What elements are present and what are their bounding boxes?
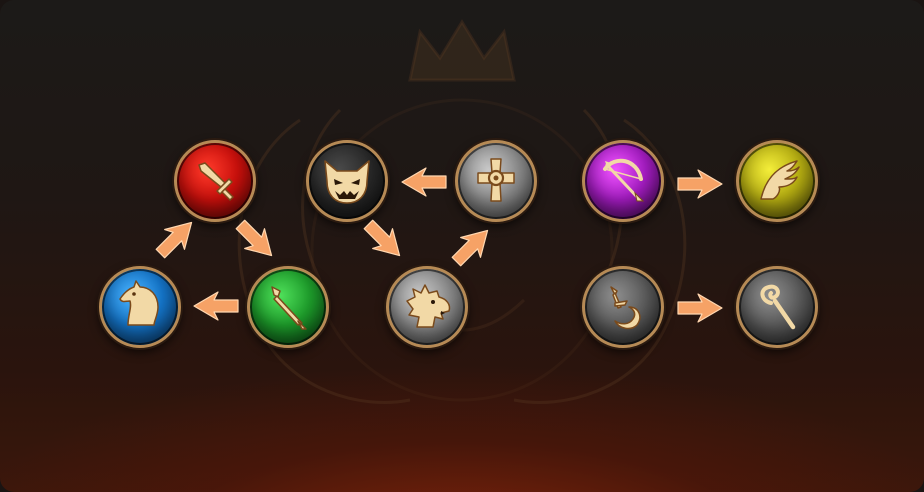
flyer-class-button[interactable] <box>736 140 818 222</box>
knight-class-button[interactable] <box>99 266 181 348</box>
demon-class-button[interactable] <box>306 140 388 222</box>
sword-icon <box>198 162 234 201</box>
arrow-knight-to-warrior <box>148 210 205 267</box>
demon-mask-icon <box>324 160 370 204</box>
arrow-demon-to-beast <box>356 212 413 269</box>
arrow-warrior-to-lancer <box>228 212 285 269</box>
class-counter-chart <box>0 0 924 492</box>
dragon-head-icon <box>406 284 451 328</box>
celtic-cross-icon <box>477 158 515 202</box>
beast-class-button[interactable] <box>386 266 468 348</box>
staff-icon <box>760 284 796 330</box>
moon-dagger-icon <box>610 286 641 330</box>
warrior-class-button[interactable] <box>174 140 256 222</box>
wing-icon <box>760 160 800 200</box>
spear-icon <box>271 286 307 330</box>
mage-class-button[interactable] <box>736 266 818 348</box>
horse-head-icon <box>119 280 159 326</box>
priest-class-button[interactable] <box>455 140 537 222</box>
arrow-priest-to-demon <box>400 166 448 198</box>
arrow-archer-to-flyer <box>676 168 724 200</box>
bow-icon <box>603 158 645 202</box>
lancer-class-button[interactable] <box>247 266 329 348</box>
archer-class-button[interactable] <box>582 140 664 222</box>
arrow-assassin-to-mage <box>676 292 724 324</box>
assassin-class-button[interactable] <box>582 266 664 348</box>
arrow-beast-to-priest <box>444 218 501 275</box>
arrow-lancer-to-knight <box>192 290 240 322</box>
